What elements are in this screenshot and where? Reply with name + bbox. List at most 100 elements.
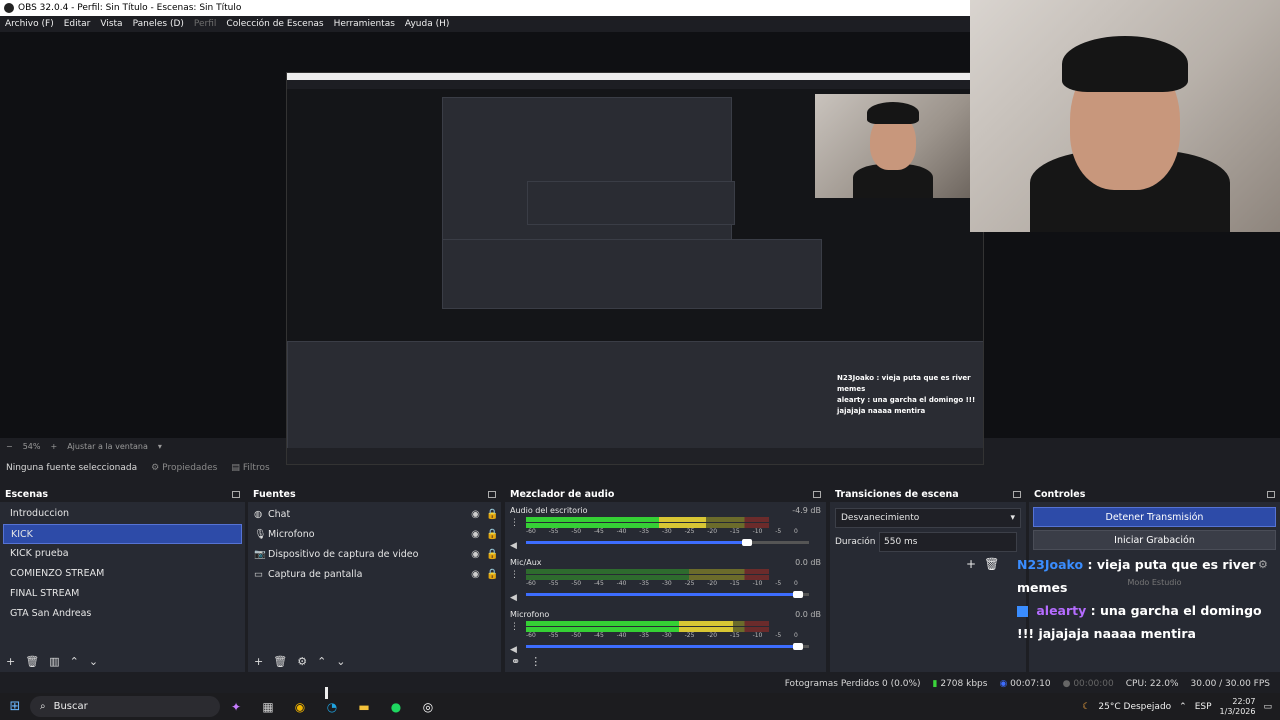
clock-time: 22:07 <box>1232 696 1256 706</box>
undock-icon[interactable] <box>488 490 496 498</box>
chrome-icon[interactable]: ◉ <box>284 700 316 714</box>
obs-icon[interactable]: ◎ <box>412 700 444 714</box>
source-item-camera[interactable]: 📷 Dispositivo de captura de video ◉ 🔒 <box>248 544 501 564</box>
source-item-microfono[interactable]: 🎙 Microfono ◉ 🔒 <box>248 524 501 544</box>
volume-slider[interactable] <box>526 643 809 650</box>
copilot-icon[interactable]: ✦ <box>220 700 252 714</box>
menu-ayuda[interactable]: Ayuda (H) <box>400 19 454 29</box>
lock-icon[interactable]: 🔒 <box>484 509 501 520</box>
undock-icon[interactable] <box>232 490 240 498</box>
spotify-icon[interactable]: ● <box>380 700 412 714</box>
folder-icon[interactable]: ▬ <box>348 700 380 714</box>
undock-icon[interactable] <box>1013 490 1021 498</box>
language[interactable]: ESP <box>1195 702 1212 712</box>
speaker-icon[interactable]: ◀ <box>510 541 517 551</box>
remove-scene-icon[interactable]: 🗑 <box>25 655 39 668</box>
filters-button[interactable]: ▤ Filtros <box>231 463 269 473</box>
scene-item[interactable]: GTA San Andreas <box>3 604 242 624</box>
zoom-minus-button[interactable]: − <box>6 442 13 451</box>
mixer-toolbar: ⚭ ⋮ <box>505 650 826 672</box>
move-down-icon[interactable]: ⌄ <box>89 655 98 668</box>
add-source-icon[interactable]: + <box>254 655 263 668</box>
transition-select[interactable]: Desvanecimiento ▾ <box>835 508 1021 528</box>
chevron-up-icon[interactable]: ⌃ <box>1179 702 1187 712</box>
level-meter <box>526 575 769 580</box>
lock-icon[interactable]: 🔒 <box>484 569 501 580</box>
gear-icon[interactable]: ⚙ <box>1258 558 1268 571</box>
source-item-screen[interactable]: ▭ Captura de pantalla ◉ 🔒 <box>248 564 501 584</box>
channel-name: Mic/Aux <box>510 557 542 567</box>
bitrate: ▮ 2708 kbps <box>933 679 988 689</box>
windows-taskbar: ⊞ ⌕ Buscar ✦ ▦ ◉ ◔ ▬ ● ◎ ☾ 25°C Despejad… <box>0 693 1280 720</box>
stop-stream-button[interactable]: Detener Transmisión <box>1033 507 1276 527</box>
filter-icon[interactable]: ▥ <box>49 655 59 668</box>
fit-dropdown[interactable]: Ajustar a la ventana <box>67 442 148 451</box>
channel-db: -4.9 dB <box>792 505 821 515</box>
link-icon[interactable]: ⚭ <box>511 655 520 668</box>
kebab-menu-icon[interactable]: ⋮ <box>510 622 519 632</box>
source-item-chat[interactable]: ◍ Chat ◉ 🔒 <box>248 504 501 524</box>
volume-knob[interactable] <box>792 591 803 598</box>
move-up-icon[interactable]: ⌃ <box>70 655 79 668</box>
zoom-plus-button[interactable]: + <box>50 442 57 451</box>
undock-icon[interactable] <box>1267 490 1275 498</box>
start-recording-button[interactable]: Iniciar Grabación <box>1033 530 1276 550</box>
add-icon[interactable]: + <box>966 557 976 571</box>
taskbar-search[interactable]: ⌕ Buscar <box>30 696 220 717</box>
kebab-menu-icon[interactable]: ⋮ <box>510 518 519 528</box>
kebab-menu-icon[interactable]: ⋮ <box>530 655 541 668</box>
gear-icon[interactable]: ⚙ <box>297 655 307 668</box>
scene-item[interactable]: Introduccion <box>3 504 242 524</box>
menu-coleccion-escenas[interactable]: Colección de Escenas <box>221 19 328 29</box>
eye-icon[interactable]: ◉ <box>467 549 484 560</box>
move-down-icon[interactable]: ⌄ <box>336 655 345 668</box>
undock-icon[interactable] <box>813 490 821 498</box>
scene-item[interactable]: KICK prueba <box>3 544 242 564</box>
clock[interactable]: 22:07 1/3/2026 <box>1220 697 1256 717</box>
menu-herramientas[interactable]: Herramientas <box>329 19 400 29</box>
move-up-icon[interactable]: ⌃ <box>317 655 326 668</box>
mixer-channels: Audio del escritorio -4.9 dB ⋮ -60 -55 -50 -45… <box>505 504 826 656</box>
volume-knob[interactable] <box>792 643 803 650</box>
menu-perfil[interactable]: Perfil <box>189 19 222 29</box>
rec-time-value: 00:00:00 <box>1073 679 1114 689</box>
scene-item[interactable]: COMIENZO STREAM <box>3 564 242 584</box>
menu-paneles[interactable]: Paneles (D) <box>128 19 189 29</box>
fps: 30.00 / 30.00 FPS <box>1190 679 1270 689</box>
signal-icon: ▮ <box>932 679 938 689</box>
menu-vista[interactable]: Vista <box>95 19 127 29</box>
menu-archivo[interactable]: Archivo (F) <box>0 19 59 29</box>
trash-icon[interactable]: 🗑 <box>984 557 999 571</box>
eye-icon[interactable]: ◉ <box>467 509 484 520</box>
transition-selected: Desvanecimiento <box>841 513 920 523</box>
chevron-down-icon[interactable]: ▾ <box>158 442 162 451</box>
menu-editar[interactable]: Editar <box>59 19 96 29</box>
kebab-menu-icon[interactable]: ⋮ <box>510 570 519 580</box>
scenes-dock-header: Escenas <box>0 486 245 502</box>
lock-icon[interactable]: 🔒 <box>484 529 501 540</box>
eye-icon[interactable]: ◉ <box>467 529 484 540</box>
scale-tick: -60 <box>526 580 536 587</box>
remove-source-icon[interactable]: 🗑 <box>273 655 287 668</box>
duration-input[interactable]: 550 ms <box>879 532 1017 552</box>
scene-item-selected[interactable]: KICK <box>3 524 242 544</box>
volume-slider[interactable] <box>526 591 809 598</box>
volume-slider[interactable] <box>526 539 809 546</box>
scale-tick: -5 <box>775 580 782 587</box>
store-icon[interactable]: ▦ <box>252 700 284 714</box>
edge-icon[interactable]: ◔ <box>316 700 348 714</box>
notification-icon[interactable]: ▭ <box>1263 702 1272 712</box>
scale-tick: -25 <box>684 632 695 639</box>
duration-label: Duración <box>835 537 876 547</box>
scene-item[interactable]: FINAL STREAM <box>3 584 242 604</box>
volume-fill <box>526 541 747 544</box>
lock-icon[interactable]: 🔒 <box>484 549 501 560</box>
controls-dock-header: Controles <box>1029 486 1280 502</box>
windows-start-icon[interactable]: ⊞ <box>0 699 30 714</box>
properties-button[interactable]: ⚙ Propiedades <box>151 463 217 473</box>
eye-icon[interactable]: ◉ <box>467 569 484 580</box>
speaker-icon[interactable]: ◀ <box>510 593 517 603</box>
volume-knob[interactable] <box>741 539 752 546</box>
mixer-dock-header: Mezclador de audio <box>505 486 826 502</box>
add-scene-icon[interactable]: + <box>6 655 15 668</box>
